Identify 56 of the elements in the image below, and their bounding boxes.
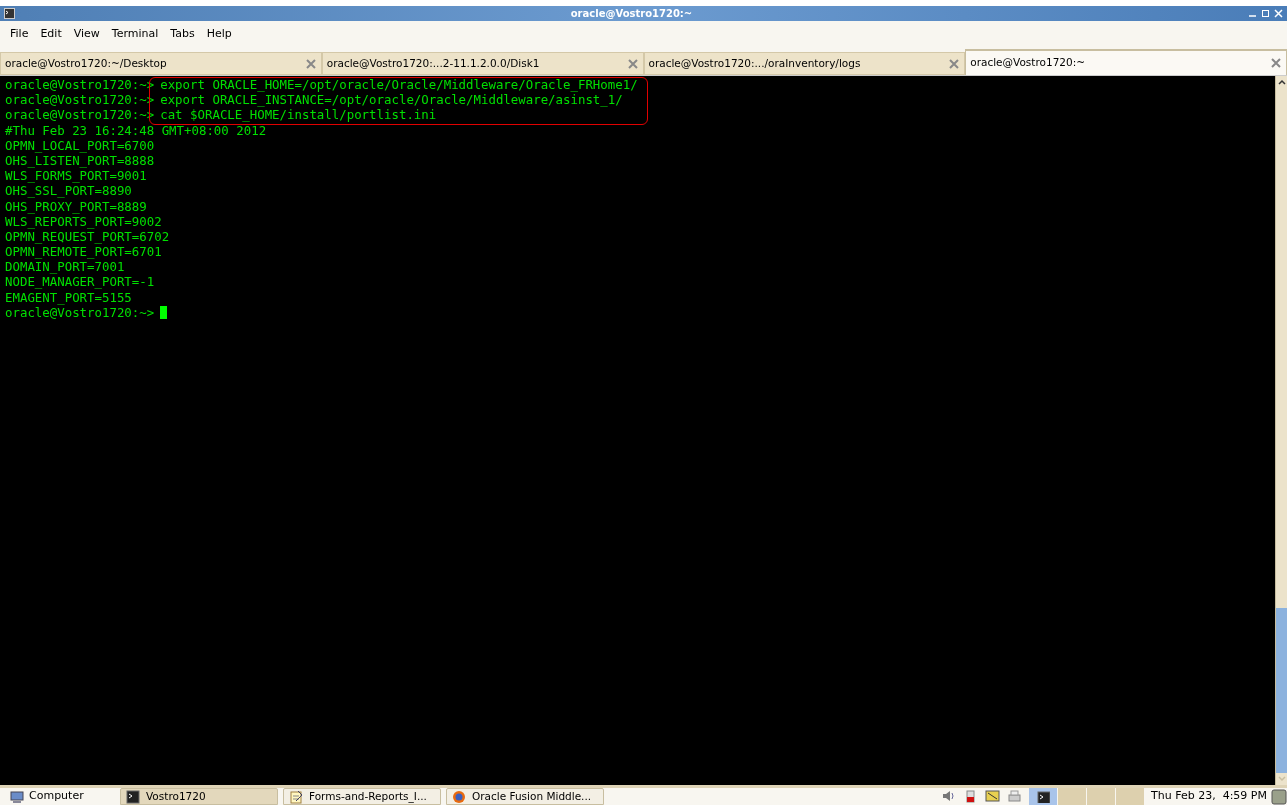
menu-item[interactable]: File — [4, 26, 35, 43]
tab-label: oracle@Vostro1720:...2-11.1.2.0.0/Disk1 — [326, 55, 541, 71]
computer-icon[interactable] — [10, 790, 24, 803]
tab[interactable]: oracle@Vostro1720:.../oraInventory/logs — [643, 52, 966, 75]
tab[interactable]: oracle@Vostro1720:~/Desktop — [0, 52, 322, 75]
output-text: DOMAIN_PORT=7001 — [5, 259, 125, 275]
close-icon[interactable] — [626, 57, 639, 70]
close-icon[interactable] — [1270, 57, 1282, 69]
tab[interactable]: oracle@Vostro1720:...2-11.1.2.0.0/Disk1 — [321, 52, 644, 75]
output-text: OHS_SSL_PORT=8890 — [5, 183, 132, 199]
terminal-icon — [126, 789, 140, 804]
show-desktop-icon[interactable] — [1271, 788, 1287, 805]
output-text: NODE_MANAGER_PORT=-1 — [5, 274, 155, 290]
clock-text[interactable]: Thu Feb 23, 4:59 PM — [1151, 788, 1267, 805]
tab-label: oracle@Vostro1720:~ — [970, 55, 1087, 71]
command-text: export ORACLE_INSTANCE=/opt/oracle/Oracle/Middleware/asinst_1/ — [159, 92, 624, 108]
tab-label: oracle@Vostro1720:~/Desktop — [5, 55, 168, 71]
taskbar-button[interactable]: Vostro1720 — [120, 788, 278, 805]
taskbar-button[interactable]: Forms-and-Reports_I... — [283, 788, 441, 805]
workspace-switcher-cell[interactable] — [1058, 788, 1088, 805]
printer-icon[interactable] — [1007, 789, 1024, 804]
output-text: EMAGENT_PORT=5155 — [5, 289, 132, 305]
output-text: OHS_PROXY_PORT=8889 — [5, 198, 147, 214]
taskbar-button[interactable]: Oracle Fusion Middle... — [446, 788, 604, 805]
output-text: OPMN_REMOTE_PORT=6701 — [5, 244, 162, 260]
close-icon[interactable] — [304, 57, 317, 70]
scrollbar-thumb[interactable] — [1276, 608, 1287, 773]
output-text: #Thu Feb 23 16:24:48 GMT+08:00 2012 — [5, 122, 267, 138]
output-text: WLS_FORMS_PORT=9001 — [5, 168, 147, 184]
launcher-label[interactable]: Computer — [29, 788, 84, 805]
output-text: OPMN_REQUEST_PORT=6702 — [5, 228, 170, 245]
close-icon[interactable] — [948, 57, 961, 70]
monitor-icon[interactable] — [985, 789, 1002, 804]
terminal-icon — [4, 8, 15, 19]
output-text: OHS_LISTEN_PORT=8888 — [5, 152, 155, 169]
command-text: export ORACLE_HOME=/opt/oracle/Oracle/Middleware/Oracle_FRHome1/ — [159, 77, 639, 93]
workspace-switcher-cell[interactable] — [1029, 788, 1059, 805]
menu-item[interactable]: Help — [200, 26, 238, 43]
tab[interactable]: oracle@Vostro1720:~ — [965, 49, 1287, 75]
workspace-switcher-cell[interactable] — [1087, 788, 1117, 805]
menu-item[interactable]: Tabs — [164, 26, 201, 43]
output-text: WLS_REPORTS_PORT=9002 — [5, 213, 162, 229]
tab-label: oracle@Vostro1720:.../oraInventory/logs — [648, 55, 862, 71]
workspace-switcher-cell[interactable] — [1116, 788, 1146, 805]
window-title: oracle@Vostro1720:~ — [570, 7, 693, 21]
output-text: OPMN_LOCAL_PORT=6700 — [5, 137, 155, 153]
menu-item[interactable]: Edit — [34, 26, 68, 43]
terminal-icon — [1036, 790, 1050, 803]
menu-item[interactable]: Terminal — [105, 26, 165, 43]
command-text: cat $ORACLE_HOME/install/portlist.ini — [159, 107, 438, 123]
scrollbar[interactable] — [1275, 76, 1287, 785]
prompt-text: oracle@Vostro1720:~> — [5, 304, 155, 320]
notepad-icon — [289, 789, 303, 804]
globe-icon — [452, 789, 466, 804]
menu-item[interactable]: View — [67, 26, 106, 43]
maximize-icon[interactable] — [1261, 9, 1270, 18]
